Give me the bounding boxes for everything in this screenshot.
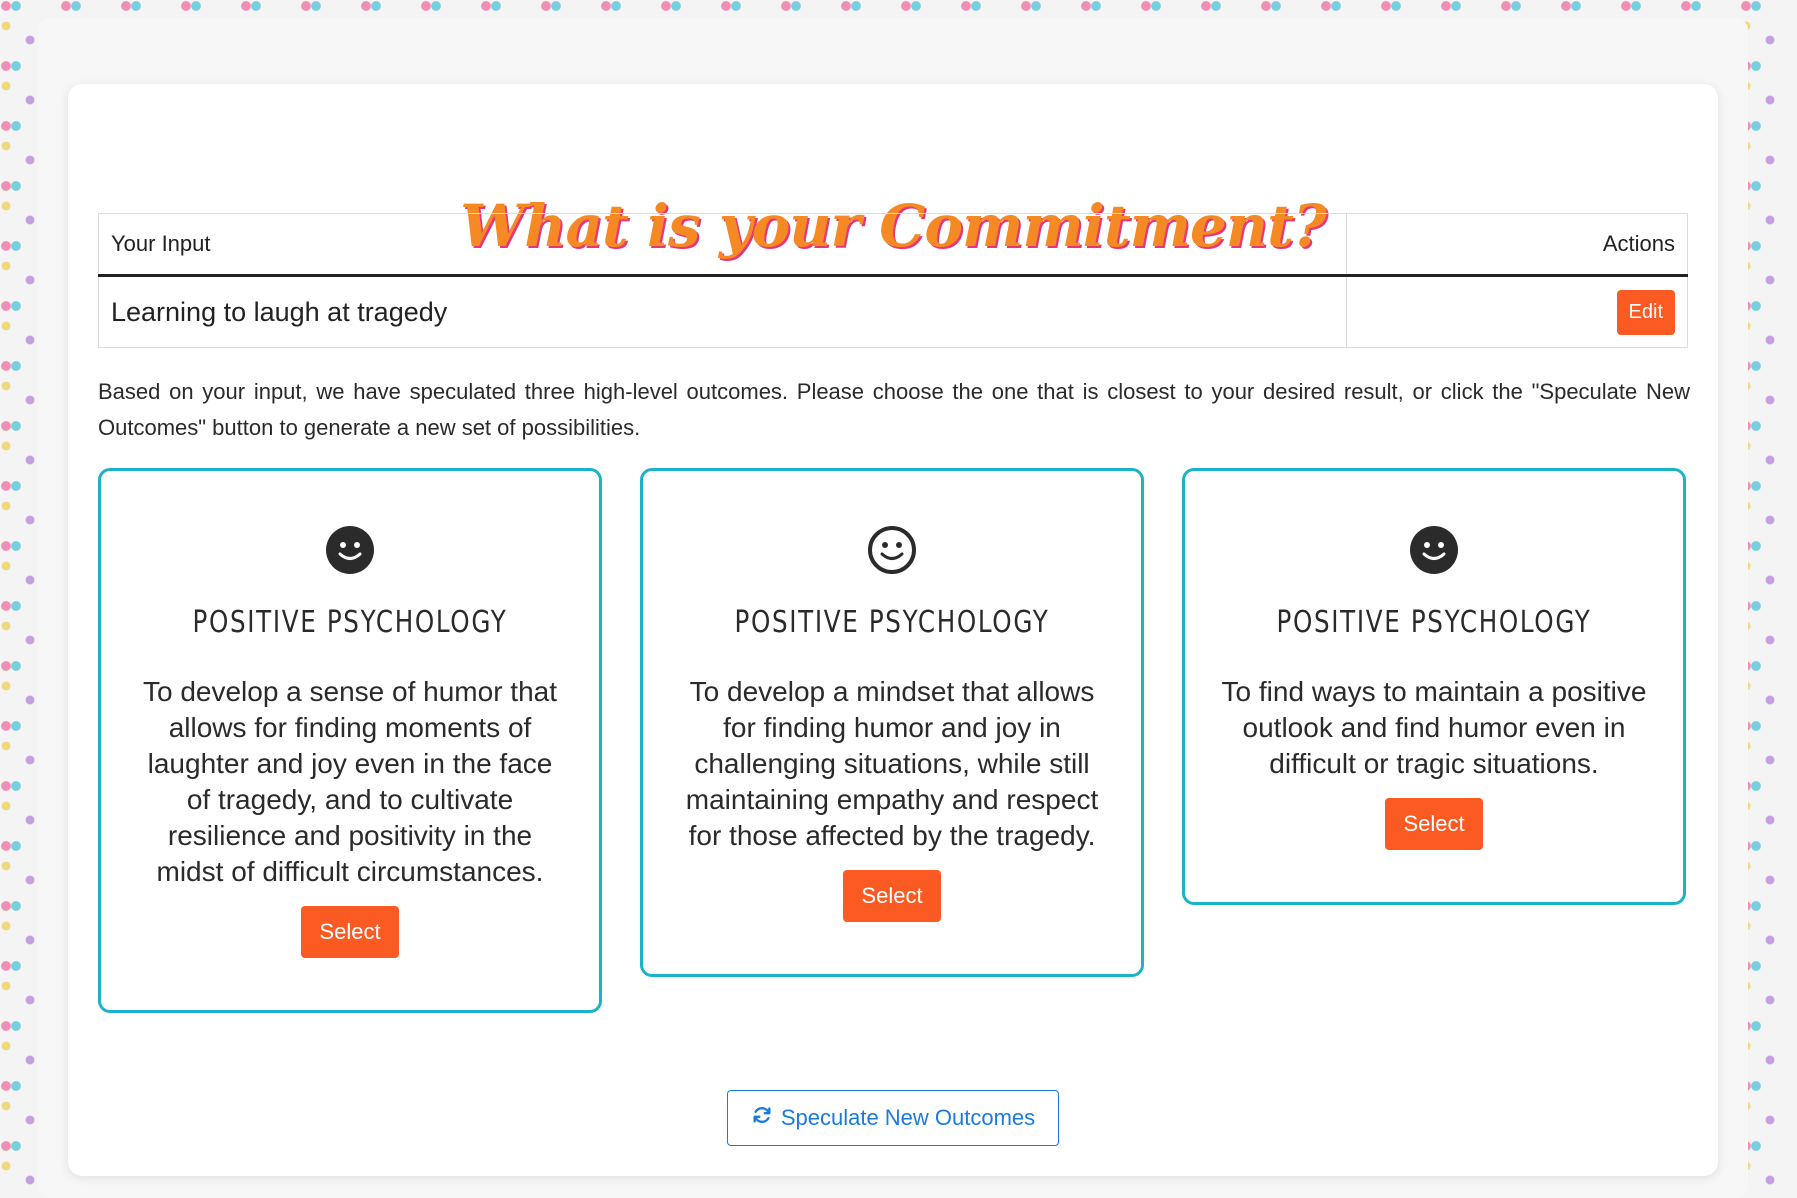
refresh-icon (751, 1104, 773, 1132)
outcome-card-2: POSITIVE PSYCHOLOGY To develop a mindset… (640, 468, 1144, 977)
intro-text: Based on your input, we have speculated … (98, 379, 1690, 440)
smiley-filled-icon (137, 525, 563, 575)
speculate-new-outcomes-button[interactable]: Speculate New Outcomes (727, 1090, 1059, 1146)
select-button[interactable]: Select (301, 906, 399, 958)
select-button[interactable]: Select (843, 870, 941, 922)
input-table: Your Input Actions Learning to laugh at … (98, 213, 1688, 348)
smiley-outline-icon (679, 525, 1105, 575)
table-header-row: Your Input Actions (98, 213, 1688, 277)
outcome-category: POSITIVE PSYCHOLOGY (192, 605, 508, 640)
actions-cell: Edit (1346, 275, 1688, 348)
outcome-category: POSITIVE PSYCHOLOGY (734, 605, 1050, 640)
input-value: Learning to laugh at tragedy (98, 275, 1347, 348)
outcome-card-1: POSITIVE PSYCHOLOGY To develop a sense o… (98, 468, 602, 1013)
outcome-card-3: POSITIVE PSYCHOLOGY To find ways to main… (1182, 468, 1686, 905)
edit-button[interactable]: Edit (1616, 289, 1675, 335)
header-your-input: Your Input (98, 213, 1347, 277)
smiley-filled-icon (1221, 525, 1647, 575)
outcome-description: To develop a mindset that allows for fin… (685, 676, 1099, 851)
outcome-category: POSITIVE PSYCHOLOGY (1276, 605, 1592, 640)
main-card: What is your Commitment? Your Input Acti… (68, 84, 1718, 1176)
speculate-button-label: Speculate New Outcomes (780, 1105, 1036, 1130)
outcome-description: To develop a sense of humor that allows … (142, 676, 558, 887)
outcome-description: To find ways to maintain a positive outl… (1221, 676, 1647, 779)
select-button[interactable]: Select (1385, 798, 1483, 850)
table-row: Learning to laugh at tragedy Edit (98, 275, 1688, 348)
header-actions: Actions (1346, 213, 1688, 277)
